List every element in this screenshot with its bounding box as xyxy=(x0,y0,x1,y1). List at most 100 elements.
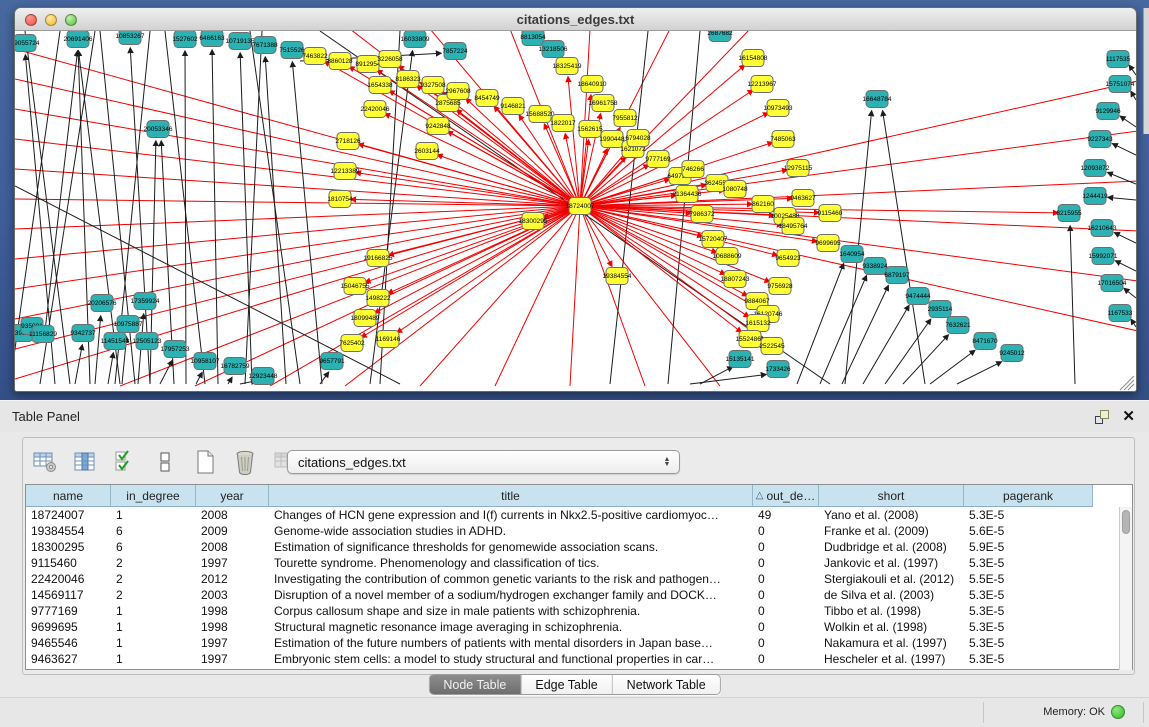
graph-node[interactable]: 6879197 xyxy=(884,267,910,284)
graph-node[interactable]: 9463627 xyxy=(790,190,816,207)
graph-node[interactable]: 8860128 xyxy=(327,53,353,70)
graph-node[interactable]: 10975887 xyxy=(114,316,143,333)
graph-node[interactable]: 8186323 xyxy=(395,71,421,88)
graph-node[interactable]: 15751074 xyxy=(1106,76,1135,93)
graph-node[interactable]: 9699695 xyxy=(815,235,841,252)
graph-node[interactable]: 7515526 xyxy=(279,42,305,59)
graph-node[interactable]: 9129946 xyxy=(1095,103,1121,120)
table-row[interactable]: 969969511998Structural magnetic resonanc… xyxy=(26,619,1121,635)
graph-node[interactable]: 17016504 xyxy=(1098,275,1127,292)
graph-node[interactable]: 10973493 xyxy=(764,100,793,117)
graph-node[interactable]: 7625402 xyxy=(339,335,365,352)
graph-node[interactable]: 1080748 xyxy=(722,181,748,198)
graph-node[interactable]: 8215955 xyxy=(1056,205,1082,222)
graph-node[interactable]: 18640910 xyxy=(578,76,607,93)
graph-node[interactable]: 19384554 xyxy=(603,268,632,285)
select-all-icon[interactable] xyxy=(110,448,140,476)
graph-node[interactable]: 1498222 xyxy=(365,290,391,307)
vertical-scrollbar[interactable] xyxy=(1119,507,1132,670)
graph-node[interactable]: 13218506 xyxy=(539,41,568,58)
column-header-out-de-[interactable]: △out_de… xyxy=(753,485,819,507)
graph-node[interactable]: 2603144 xyxy=(414,143,440,160)
graph-node[interactable]: 18325419 xyxy=(553,58,582,75)
graph-node[interactable]: 9657791 xyxy=(319,353,345,370)
table-row[interactable]: 1456911722003Disruption of a novel membe… xyxy=(26,587,1121,603)
graph-node[interactable]: 1810754 xyxy=(327,191,353,208)
graph-node[interactable]: 17359924 xyxy=(131,293,160,310)
graph-node[interactable]: 2967608 xyxy=(445,83,471,100)
table-row[interactable]: 911546021997Tourette syndrome. Phenomeno… xyxy=(26,555,1121,571)
graph-node[interactable]: 1822017 xyxy=(550,115,576,132)
graph-node[interactable]: 9342737 xyxy=(70,325,96,342)
graph-node[interactable]: 7463822 xyxy=(302,48,328,65)
graph-node[interactable]: 9474444 xyxy=(905,288,931,305)
graph-node[interactable]: 20053346 xyxy=(144,121,173,138)
graph-node[interactable]: 2935114 xyxy=(928,301,953,318)
graph-node[interactable]: 12923448 xyxy=(249,368,278,385)
graph-node[interactable]: 12213389 xyxy=(331,163,360,180)
tab-node-table[interactable]: Node Table xyxy=(429,675,521,694)
graph-node[interactable]: 18300295 xyxy=(519,213,548,230)
graph-node[interactable]: 7632621 xyxy=(945,317,971,334)
column-header-in-degree[interactable]: in_degree xyxy=(111,485,196,507)
table-row[interactable]: 2242004622012Investigating the contribut… xyxy=(26,571,1121,587)
column-header-pagerank[interactable]: pagerank xyxy=(964,485,1093,507)
graph-node[interactable]: 20691406 xyxy=(64,31,93,48)
graph-node[interactable]: 3226058 xyxy=(377,51,403,68)
float-panel-icon[interactable] xyxy=(1095,410,1109,424)
graph-node[interactable]: 1169146 xyxy=(376,331,401,348)
graph-node[interactable]: 16648784 xyxy=(863,91,892,108)
graph-node[interactable]: 7955812 xyxy=(612,110,638,127)
graph-node[interactable]: 9654923 xyxy=(775,250,801,267)
graph-node[interactable]: 16033809 xyxy=(401,31,430,48)
graph-node[interactable]: 15046755 xyxy=(341,278,370,295)
graph-node[interactable]: 21364436 xyxy=(673,186,702,203)
graph-node[interactable]: 9245012 xyxy=(999,345,1025,362)
graph-node[interactable]: 746266 xyxy=(682,161,704,178)
graph-node[interactable]: 2718126 xyxy=(335,133,361,150)
graph-node[interactable]: 15992071 xyxy=(1089,248,1118,265)
graph-node[interactable]: 12505123 xyxy=(133,333,162,350)
graph-node[interactable]: 12975115 xyxy=(784,160,813,177)
graph-node[interactable]: 1990448 xyxy=(599,131,625,148)
graph-node[interactable]: 1562615 xyxy=(577,121,603,138)
graph-node[interactable]: 20206576 xyxy=(88,295,117,312)
graph-node[interactable]: 11156829 xyxy=(29,326,57,343)
close-panel-icon[interactable]: ✕ xyxy=(1122,407,1135,425)
graph-node[interactable]: 9115460 xyxy=(818,205,843,222)
graph-node[interactable]: 7485063 xyxy=(770,131,796,148)
table-row[interactable]: 946362711997Embryonic stem cells: a mode… xyxy=(26,651,1121,667)
graph-node[interactable]: 12213967 xyxy=(748,76,777,93)
graph-node[interactable]: 8454749 xyxy=(474,90,500,107)
network-window-titlebar[interactable]: citations_edges.txt xyxy=(15,8,1136,31)
graph-node[interactable]: 19166825 xyxy=(364,250,393,267)
graph-node[interactable]: 16961758 xyxy=(589,95,618,112)
delete-icon[interactable] xyxy=(230,448,260,476)
graph-node[interactable]: 2522545 xyxy=(759,338,785,355)
graph-node[interactable]: 7671388 xyxy=(252,37,278,54)
resize-grip[interactable] xyxy=(1120,376,1134,390)
table-row[interactable]: 1830029562008Estimation of significance … xyxy=(26,539,1121,555)
table-selector-dropdown[interactable]: citations_edges.txt ▲▼ xyxy=(287,450,680,474)
graph-node[interactable]: 22420046 xyxy=(361,101,390,118)
graph-node[interactable]: 11451543 xyxy=(101,333,130,350)
graph-node[interactable]: 10688609 xyxy=(713,248,742,265)
table-settings-icon[interactable] xyxy=(30,448,60,476)
graph-node[interactable]: 10853267 xyxy=(116,31,145,45)
graph-node[interactable]: 18099489 xyxy=(351,310,380,327)
tab-edge-table[interactable]: Edge Table xyxy=(521,675,612,694)
column-header-short[interactable]: short xyxy=(819,485,964,507)
graph-node[interactable]: 1527602 xyxy=(172,31,198,48)
graph-node[interactable]: 18807243 xyxy=(721,271,750,288)
column-header-year[interactable]: year xyxy=(196,485,269,507)
graph-node[interactable]: 9146821 xyxy=(500,98,526,115)
graph-node[interactable]: 19055724 xyxy=(15,35,40,52)
graph-node[interactable]: 16154808 xyxy=(739,50,768,67)
column-header-name[interactable]: name xyxy=(26,485,111,507)
graph-node[interactable]: 9756928 xyxy=(767,278,793,295)
graph-node[interactable]: 6466163 xyxy=(199,31,225,47)
table-row[interactable]: 946554611997Estimation of the future num… xyxy=(26,635,1121,651)
graph-node[interactable]: 1167533 xyxy=(1108,305,1133,322)
graph-node[interactable]: 862160 xyxy=(752,196,774,213)
graph-node[interactable]: 15135141 xyxy=(726,351,755,368)
